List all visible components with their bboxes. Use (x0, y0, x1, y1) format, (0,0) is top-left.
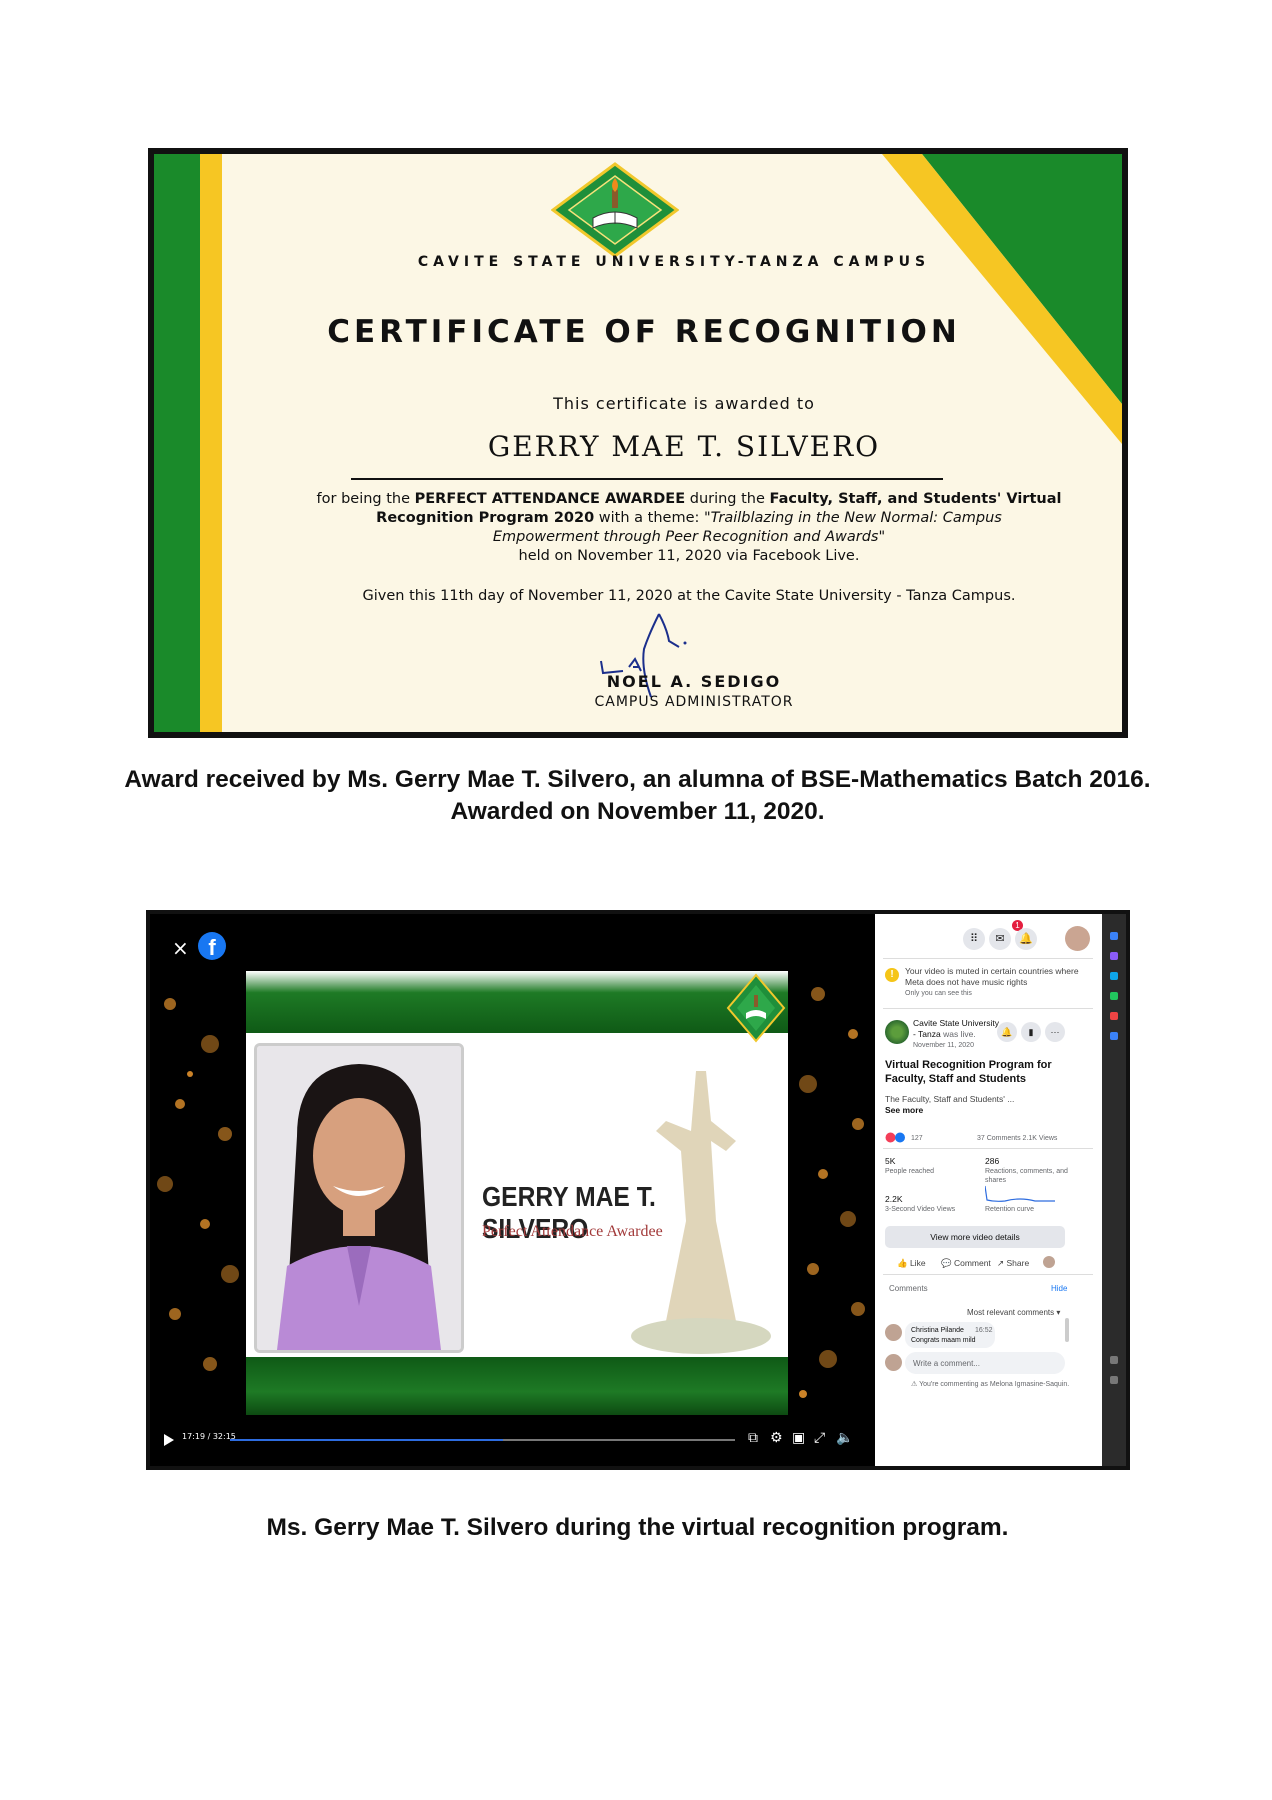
facebook-live-screenshot: × f GERRY MAE T. SILVERO Perfect Attenda… (146, 910, 1130, 1470)
my-avatar (885, 1354, 902, 1371)
divider (883, 1274, 1093, 1275)
search-icon[interactable] (1110, 932, 1118, 940)
stat-reactions-label-1: Reactions, comments, and (985, 1168, 1068, 1175)
volume-icon[interactable]: 🔈 (836, 1430, 853, 1446)
more-options-icon[interactable]: ··· (1045, 1022, 1065, 1042)
pip-icon[interactable]: ▣ (792, 1430, 805, 1446)
extension-icon[interactable] (1110, 972, 1118, 980)
divider (883, 958, 1093, 959)
video-time: 17:19 / 32:15 (182, 1432, 236, 1441)
citation-text: for being the PERFECT ATTENDANCE AWARDEE… (316, 491, 1062, 564)
slide-top-band (246, 971, 788, 1033)
award-slide: GERRY MAE T. SILVERO Perfect Attendance … (246, 971, 788, 1415)
close-icon[interactable]: × (172, 936, 189, 960)
award-title: Perfect Attendance Awardee (482, 1223, 663, 1240)
reaction-icons (885, 1132, 905, 1143)
comment-time: 16:52 (975, 1327, 993, 1334)
screenshot-caption: Ms. Gerry Mae T. Silvero during the virt… (266, 1514, 1009, 1541)
stat-people-reached-value: 5K (885, 1156, 896, 1166)
stat-video-views-value: 2.2K (885, 1194, 903, 1204)
commenting-as-note: ⚠ You're commenting as Melona Igmasine-S… (911, 1381, 1070, 1388)
profile-avatar[interactable] (1065, 926, 1090, 951)
captions-icon[interactable]: ⧉ (748, 1430, 758, 1446)
signer-name: NOEL A. SEDIGO (606, 672, 782, 691)
extension-icon[interactable] (1110, 992, 1118, 1000)
settings-icon[interactable] (1110, 1376, 1118, 1384)
certificate: CAVITE STATE UNIVERSITY-TANZA CAMPUS CER… (148, 148, 1128, 738)
save-icon[interactable]: ▮ (1021, 1022, 1041, 1042)
post-side-panel: ⠿ ✉ 1 🔔 ! Your video is muted in certain… (875, 914, 1102, 1466)
certificate-title: CERTIFICATE OF RECOGNITION (327, 314, 961, 350)
extension-icon[interactable] (1110, 952, 1118, 960)
comment-button[interactable]: 💬 Comment (941, 1258, 991, 1269)
browser-sidebar (1102, 914, 1126, 1466)
post-excerpt: The Faculty, Staff and Students' ... (885, 1094, 1015, 1104)
apps-grid-icon[interactable]: ⠿ (963, 928, 985, 950)
see-more-link[interactable]: See more (885, 1105, 923, 1116)
post-title-line1: Virtual Recognition Program for (885, 1059, 1052, 1071)
extension-icon[interactable] (1110, 1012, 1118, 1020)
progress-bar[interactable] (230, 1439, 735, 1441)
retention-curve-chart (985, 1185, 1055, 1202)
name-underline (351, 478, 943, 480)
page-name-line2: - Tanza was live. (913, 1029, 976, 1039)
post-title-line2: Faculty, Staff and Students (885, 1073, 1026, 1085)
post-date[interactable]: November 11, 2020 (913, 1041, 974, 1050)
comments-scrollbar[interactable] (1065, 1318, 1069, 1342)
mute-notice-line3: Only you can see this (905, 990, 972, 997)
certificate-caption: Award received by Ms. Gerry Mae T. Silve… (124, 766, 1151, 825)
comments-header: Comments (889, 1284, 928, 1293)
commenter-name[interactable]: Christina Pilande (911, 1326, 964, 1335)
stat-people-reached-label: People reached (885, 1168, 935, 1175)
university-seal-icon (551, 162, 679, 258)
slide-bottom-band (246, 1357, 788, 1415)
given-date-text: Given this 11th day of November 11, 2020… (362, 588, 1016, 604)
warning-icon: ! (885, 968, 899, 982)
hide-comments-link[interactable]: Hide (1051, 1284, 1067, 1293)
stat-retention-label: Retention curve (985, 1206, 1035, 1213)
university-name: CAVITE STATE UNIVERSITY-TANZA CAMPUS (417, 254, 931, 270)
bokeh-left-decoration (157, 998, 239, 1371)
stat-video-views-label: 3-Second Video Views (885, 1206, 956, 1213)
divider (883, 1008, 1093, 1009)
comment-input-placeholder: Write a comment... (913, 1359, 980, 1368)
recipient-name: GERRY MAE T. SILVERO (487, 430, 881, 463)
notifications-bell-icon[interactable]: 🔔 (1015, 928, 1037, 950)
progress-fill (230, 1439, 503, 1441)
awarded-to-text: This certificate is awarded to (553, 394, 815, 413)
comment-text: Congrats maam mild (911, 1337, 976, 1344)
sort-comments-dropdown[interactable]: Most relevant comments ▾ (967, 1308, 1060, 1317)
commenter-avatar[interactable] (885, 1324, 902, 1341)
facebook-logo-icon[interactable]: f (198, 932, 226, 960)
stat-reactions-value: 286 (985, 1156, 1000, 1166)
like-button[interactable]: 👍 Like (897, 1258, 926, 1269)
audience-avatar[interactable] (1043, 1256, 1055, 1268)
fullscreen-icon[interactable]: ⤢ (814, 1430, 825, 1446)
panel-toggle-icon[interactable] (1110, 1356, 1118, 1364)
video-controls: 17:19 / 32:15 ⧉ ⚙ ▣ ⤢ 🔈 (150, 1418, 875, 1466)
messenger-icon[interactable]: ✉ (989, 928, 1011, 950)
university-seal-icon (726, 973, 786, 1043)
signer-role: CAMPUS ADMINISTRATOR (594, 694, 794, 710)
page-name[interactable]: Cavite State University (913, 1018, 999, 1029)
share-button[interactable]: ↗ Share (997, 1258, 1029, 1269)
mute-notice-line1: Your video is muted in certain countries… (905, 966, 1079, 976)
settings-gear-icon[interactable]: ⚙ (770, 1430, 783, 1446)
comments-views-count[interactable]: 37 Comments 2.1K Views (977, 1134, 1057, 1143)
view-more-details-button[interactable]: View more video details (885, 1226, 1065, 1248)
play-icon[interactable] (164, 1434, 174, 1446)
mute-notice-line2: Meta does not have music rights (905, 977, 1028, 987)
divider (883, 1148, 1093, 1149)
video-player[interactable]: × f GERRY MAE T. SILVERO Perfect Attenda… (150, 914, 875, 1466)
bokeh-right-decoration (799, 987, 865, 1398)
reaction-count[interactable]: 127 (911, 1134, 923, 1143)
page-avatar[interactable] (885, 1020, 909, 1044)
awardee-photo (254, 1043, 464, 1353)
bell-icon[interactable]: 🔔 (997, 1022, 1017, 1042)
extension-icon[interactable] (1110, 1032, 1118, 1040)
